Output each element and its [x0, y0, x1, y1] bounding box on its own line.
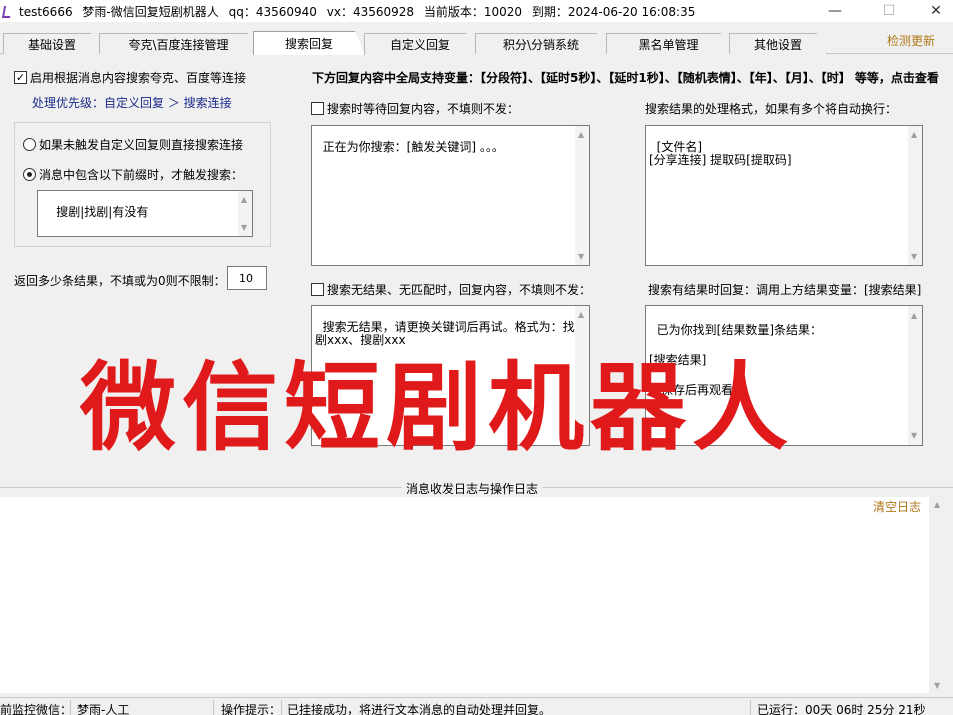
waiting-reply-input[interactable]: 正在为你搜索：[触发关键词] 。。。 ▲ ▼: [311, 125, 590, 266]
tab-other-settings[interactable]: 其他设置: [729, 33, 827, 54]
variables-hint-link[interactable]: 下方回复内容中全局支持变量：【分段符】、【延时5秒】、【延时1秒】、【随机表情】…: [312, 69, 939, 86]
expiry-label: 到期：2024-06-20 16:08:35: [531, 4, 696, 19]
has-result-label: 搜索有结果时回复：调用上方结果变量：[搜索结果]: [648, 283, 922, 297]
scroll-up-icon[interactable]: ▲: [241, 193, 247, 206]
scroll-up-icon[interactable]: ▲: [911, 308, 917, 323]
scroll-up-icon[interactable]: ▲: [578, 308, 584, 321]
app-name: test6666: [19, 4, 73, 19]
priority-text: 处理优先级：自定义回复 ＞ 搜索连接: [32, 96, 232, 110]
scroll-down-icon[interactable]: ▼: [911, 428, 917, 443]
radio-prefix-search[interactable]: 消息中包含以下前缀时，才触发搜索：: [23, 166, 243, 183]
scroll-down-icon[interactable]: ▼: [911, 250, 917, 263]
monitor-value: 梦雨-人工: [77, 703, 130, 715]
minimize-button[interactable]: —: [812, 0, 858, 22]
no-result-label: 搜索无结果、无匹配时，回复内容，不填则不发：: [327, 283, 592, 297]
return-count-input[interactable]: 10: [227, 266, 267, 290]
scrollbar[interactable]: ▲ ▼: [575, 126, 589, 265]
log-area[interactable]: [0, 497, 944, 693]
result-format-label: 搜索结果的处理格式，如果有多个将自动换行：: [645, 102, 898, 116]
maximize-button[interactable]: ☐: [866, 0, 912, 22]
prefix-input[interactable]: 搜剧|找剧|有没有 ▲ ▼: [37, 190, 253, 237]
scrollbar[interactable]: ▲ ▼: [238, 191, 252, 236]
tab-blacklist[interactable]: 黑名单管理: [606, 33, 731, 54]
waiting-reply-label: 搜索时等待回复内容，不填则不发：: [327, 102, 520, 116]
radio-prefix-search-label: 消息中包含以下前缀时，才触发搜索：: [39, 168, 244, 182]
qq-number: qq：43560940: [228, 4, 317, 19]
status-divider: [70, 700, 71, 715]
trigger-options-group: 如果未触发自定义回复则直接搜索连接 消息中包含以下前缀时，才触发搜索： 搜剧|找…: [14, 122, 271, 247]
waiting-reply-value: 正在为你搜索：[触发关键词] 。。。: [322, 140, 504, 154]
app-icon: [1, 5, 11, 17]
return-count-label: 返回多少条结果，不填或为0则不限制：: [14, 274, 226, 288]
scroll-up-icon[interactable]: ▲: [934, 500, 940, 509]
log-title: 消息收发日志与操作日志: [402, 480, 543, 497]
scroll-down-icon[interactable]: ▼: [578, 250, 584, 263]
radio-direct-search[interactable]: 如果未触发自定义回复则直接搜索连接: [23, 136, 243, 153]
clear-log-button[interactable]: 清空日志: [873, 498, 921, 515]
no-result-checkbox[interactable]: 搜索无结果、无匹配时，回复内容，不填则不发：: [311, 281, 591, 298]
radio-selected-icon[interactable]: [23, 168, 36, 181]
status-bar: 前监控微信： 梦雨-人工 操作提示： 已挂接成功，将进行文本消息的自动处理并回复…: [0, 697, 953, 715]
runtime-value: 已运行：00天 06时 25分 21秒: [757, 703, 926, 715]
check-update-link[interactable]: 检测更新: [887, 32, 935, 49]
monitor-label: 前监控微信：: [0, 703, 73, 715]
result-format-value: [文件名] [分享连接] 提取码[提取码]: [649, 140, 792, 167]
tab-quark-baidu-links[interactable]: 夸克\百度连接管理: [99, 33, 258, 54]
scroll-down-icon[interactable]: ▼: [934, 681, 940, 690]
version-label: 当前版本：10020: [423, 4, 523, 19]
status-divider: [281, 700, 282, 715]
log-header: 消息收发日志与操作日志: [0, 478, 953, 498]
tab-basic-settings[interactable]: 基础设置: [3, 33, 101, 54]
checkbox-icon[interactable]: ✓: [14, 71, 27, 84]
app-title: 梦雨-微信回复短剧机器人: [82, 4, 219, 19]
checkbox-icon[interactable]: [311, 283, 324, 296]
window-title: test6666 梦雨-微信回复短剧机器人 qq：43560940 vx：435…: [19, 3, 701, 20]
tab-search-reply[interactable]: 搜索回复: [253, 31, 365, 55]
scroll-down-icon[interactable]: ▼: [241, 221, 247, 234]
log-scrollbar[interactable]: ▲ ▼: [929, 497, 946, 693]
tab-custom-reply[interactable]: 自定义回复: [364, 33, 476, 54]
checkbox-icon[interactable]: [311, 102, 324, 115]
waiting-reply-checkbox[interactable]: 搜索时等待回复内容，不填则不发：: [311, 100, 519, 117]
radio-direct-search-label: 如果未触发自定义回复则直接搜索连接: [39, 138, 244, 152]
status-divider: [213, 700, 214, 715]
scroll-up-icon[interactable]: ▲: [578, 128, 584, 141]
hint-value: 已挂接成功，将进行文本消息的自动处理并回复。: [287, 703, 552, 715]
scrollbar[interactable]: ▲ ▼: [908, 126, 922, 265]
enable-search-label: 启用根据消息内容搜索夸克、百度等连接: [30, 71, 247, 85]
watermark-text: 微信短剧机器人: [80, 352, 794, 464]
status-divider: [750, 700, 751, 715]
title-bar: test6666 梦雨-微信回复短剧机器人 qq：43560940 vx：435…: [0, 0, 953, 22]
no-result-value: 搜索无结果，请更换关键词后再试。格式为：找剧xxx、搜剧xxx: [315, 320, 575, 347]
result-format-input[interactable]: [文件名] [分享连接] 提取码[提取码] ▲ ▼: [645, 125, 923, 266]
scroll-up-icon[interactable]: ▲: [911, 128, 917, 141]
radio-icon[interactable]: [23, 138, 36, 151]
prefix-input-value: 搜剧|找剧|有没有: [56, 205, 149, 219]
scrollbar[interactable]: ▲ ▼: [908, 306, 922, 445]
tab-bar: 基础设置 夸克\百度连接管理 搜索回复 自定义回复 积分\分销系统 黑名单管理 …: [0, 30, 953, 54]
enable-search-checkbox[interactable]: ✓ 启用根据消息内容搜索夸克、百度等连接: [14, 69, 246, 86]
hint-label: 操作提示：: [221, 703, 282, 715]
close-button[interactable]: ✕: [913, 0, 953, 22]
tab-points-distribution[interactable]: 积分\分销系统: [475, 33, 607, 54]
vx-number: vx：43560928: [326, 4, 415, 19]
